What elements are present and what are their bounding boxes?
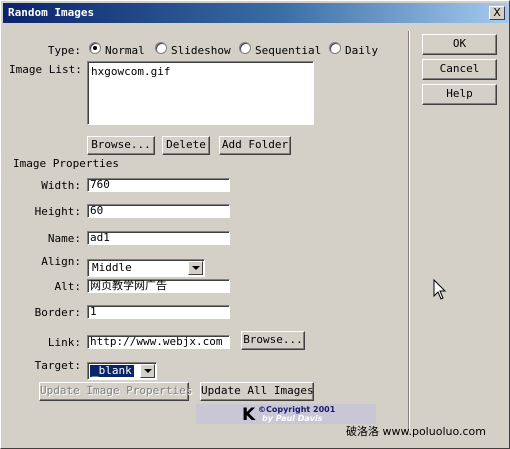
browse-button[interactable]: Browse... — [87, 136, 155, 155]
align-select[interactable]: Middle — [87, 259, 205, 277]
alt-label: Alt: — [54, 280, 82, 293]
width-label: Width: — [41, 179, 81, 192]
name-field[interactable]: ad1 — [87, 231, 230, 245]
align-label: Align: — [41, 255, 81, 268]
link-label: Link: — [47, 336, 81, 349]
update-all-images-button[interactable]: Update All Images — [200, 382, 314, 401]
chevron-down-icon[interactable] — [140, 364, 155, 378]
height-field[interactable]: 60 — [87, 204, 230, 218]
target-select-value: _blank — [90, 364, 134, 377]
link-browse-button[interactable]: Browse... — [241, 331, 305, 350]
image-list-label: Image List: — [9, 63, 82, 76]
add-folder-button[interactable]: Add Folder — [219, 136, 291, 155]
radio-slideshow-label[interactable]: Slideshow — [171, 44, 231, 57]
image-properties-heading: Image Properties — [13, 157, 119, 170]
image-list-box[interactable]: hxgowcom.gif — [87, 61, 314, 125]
copyright-logo: K — [242, 405, 256, 425]
update-image-properties-button[interactable]: Update Image Properties — [39, 382, 192, 401]
radio-normal-label[interactable]: Normal — [105, 44, 145, 57]
watermark-text: 破洛洛 www.poluoluo.com — [346, 425, 486, 438]
chevron-down-icon[interactable] — [188, 261, 203, 275]
help-button[interactable]: Help — [422, 84, 497, 105]
radio-daily-label[interactable]: Daily — [345, 44, 378, 57]
align-select-value: Middle — [92, 261, 132, 274]
target-select[interactable]: _blank — [87, 362, 157, 380]
copyright-line1: ©Copyright 2001 — [258, 405, 336, 414]
close-button[interactable]: X — [489, 6, 505, 20]
name-label: Name: — [47, 232, 81, 245]
link-field[interactable]: http://www.webjx.com — [87, 335, 230, 349]
alt-field[interactable]: 网页教学网广告 — [87, 279, 230, 293]
width-field[interactable]: 760 — [87, 178, 230, 192]
copyright-line2: by Paul Davis — [262, 414, 323, 423]
list-item[interactable]: hxgowcom.gif — [91, 65, 170, 78]
window-title: Random Images — [8, 6, 95, 19]
border-label: Border: — [34, 306, 81, 319]
dialog-window: Random Images X Type: Normal Slideshow S… — [0, 0, 510, 449]
radio-sequential-label[interactable]: Sequential — [255, 44, 321, 57]
radio-sequential[interactable] — [239, 42, 251, 54]
vertical-separator — [408, 31, 410, 431]
delete-button[interactable]: Delete — [162, 136, 210, 155]
type-label: Type: — [47, 44, 81, 57]
radio-slideshow[interactable] — [155, 42, 167, 54]
target-label: Target: — [34, 359, 81, 372]
title-bar[interactable]: Random Images X — [3, 3, 509, 23]
border-field[interactable]: 1 — [87, 305, 230, 319]
radio-daily[interactable] — [329, 42, 341, 54]
copyright-badge: K ©Copyright 2001 by Paul Davis — [196, 404, 376, 425]
radio-normal[interactable] — [89, 42, 101, 54]
height-label: Height: — [34, 205, 81, 218]
mouse-pointer-icon — [433, 279, 447, 300]
cancel-button[interactable]: Cancel — [422, 59, 497, 80]
ok-button[interactable]: OK — [422, 34, 497, 55]
